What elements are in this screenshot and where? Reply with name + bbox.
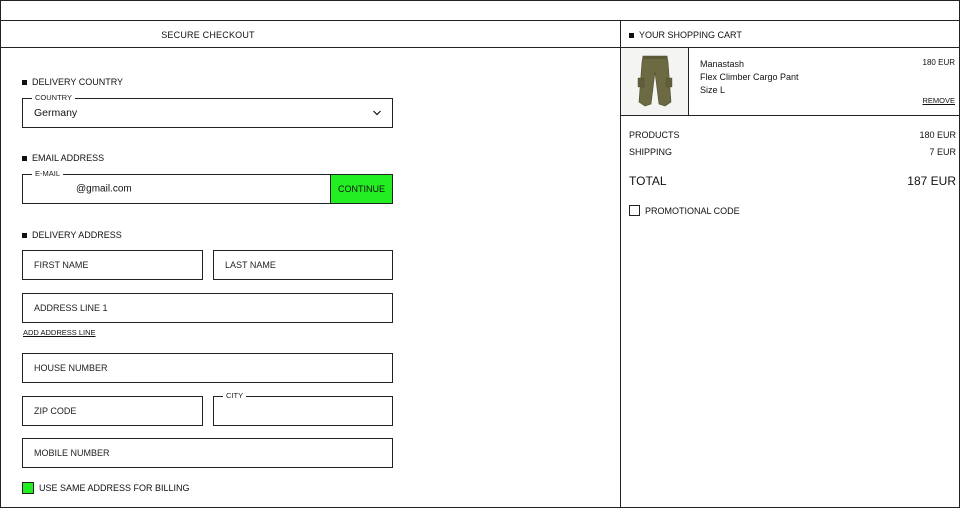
- continue-button[interactable]: CONTINUE: [330, 174, 393, 204]
- shipping-label: SHIPPING: [629, 147, 673, 157]
- product-thumbnail[interactable]: [621, 48, 689, 115]
- products-value: 180 EUR: [919, 130, 956, 140]
- top-bar: [1, 1, 959, 21]
- country-legend: COUNTRY: [32, 93, 75, 102]
- last-name-field[interactable]: LAST NAME: [213, 250, 393, 280]
- billing-checkbox-label: USE SAME ADDRESS FOR BILLING: [39, 483, 190, 493]
- email-value: @gmail.com: [76, 183, 132, 195]
- delivery-address-section-title: DELIVERY ADDRESS: [22, 230, 122, 240]
- bullet-square-icon: [22, 232, 27, 238]
- section-title-text: EMAIL ADDRESS: [32, 153, 105, 163]
- checkout-header: SECURE CHECKOUT: [1, 21, 621, 48]
- city-legend: CITY: [223, 391, 247, 400]
- cart-title-text: YOUR SHOPPING CART: [639, 30, 742, 40]
- house-number-placeholder: HOUSE NUMBER: [34, 363, 108, 373]
- city-field[interactable]: CITY: [213, 391, 393, 426]
- zip-code-placeholder: ZIP CODE: [34, 406, 77, 416]
- checkout-page: SECURE CHECKOUT DELIVERY COUNTRY COUNTRY…: [0, 0, 960, 508]
- remove-item-link[interactable]: REMOVE: [922, 96, 955, 105]
- page-title: SECURE CHECKOUT: [161, 30, 255, 40]
- last-name-placeholder: LAST NAME: [225, 260, 276, 270]
- shipping-summary-row: SHIPPING 7 EUR: [629, 147, 956, 157]
- cargo-pants-icon: [637, 55, 673, 107]
- cart-title: YOUR SHOPPING CART: [629, 30, 742, 40]
- country-value: Germany: [34, 107, 78, 119]
- section-title-text: DELIVERY COUNTRY: [32, 77, 124, 87]
- address-line-1-field[interactable]: ADDRESS LINE 1: [22, 293, 393, 323]
- item-name: Flex Climber Cargo Pant: [700, 72, 799, 82]
- zip-code-field[interactable]: ZIP CODE: [22, 396, 203, 426]
- checkout-form-panel: SECURE CHECKOUT DELIVERY COUNTRY COUNTRY…: [1, 21, 621, 508]
- email-section-title: EMAIL ADDRESS: [22, 153, 104, 163]
- cart-item: Manastash Flex Climber Cargo Pant Size L…: [621, 48, 960, 116]
- country-select[interactable]: COUNTRY Germany: [22, 93, 393, 128]
- delivery-country-section-title: DELIVERY COUNTRY: [22, 77, 123, 87]
- first-name-field[interactable]: FIRST NAME: [22, 250, 203, 280]
- section-title-text: DELIVERY ADDRESS: [32, 230, 122, 240]
- promo-checkbox[interactable]: [629, 205, 640, 216]
- cart-header: YOUR SHOPPING CART: [621, 21, 960, 48]
- products-summary-row: PRODUCTS 180 EUR: [629, 130, 956, 140]
- total-label: TOTAL: [629, 174, 667, 188]
- shipping-value: 7 EUR: [929, 147, 956, 157]
- total-value: 187 EUR: [907, 174, 956, 188]
- address-line-1-placeholder: ADDRESS LINE 1: [34, 303, 108, 313]
- email-legend: E-MAIL: [32, 169, 64, 178]
- billing-checkbox[interactable]: [22, 482, 34, 494]
- mobile-number-placeholder: MOBILE NUMBER: [34, 448, 110, 458]
- mobile-number-field[interactable]: MOBILE NUMBER: [22, 438, 393, 468]
- first-name-placeholder: FIRST NAME: [34, 260, 89, 270]
- bullet-square-icon: [22, 79, 27, 85]
- bullet-square-icon: [629, 32, 634, 38]
- bullet-square-icon: [22, 155, 27, 161]
- item-price: 180 EUR: [922, 58, 955, 67]
- promotional-code-toggle[interactable]: PROMOTIONAL CODE: [629, 205, 740, 216]
- chevron-down-icon[interactable]: [372, 108, 382, 118]
- email-field[interactable]: E-MAIL @gmail.com: [22, 169, 331, 204]
- billing-same-address-row[interactable]: USE SAME ADDRESS FOR BILLING: [22, 482, 190, 494]
- total-summary-row: TOTAL 187 EUR: [629, 174, 956, 188]
- item-brand: Manastash: [700, 59, 745, 69]
- add-address-line-link[interactable]: ADD ADDRESS LINE: [23, 328, 96, 337]
- house-number-field[interactable]: HOUSE NUMBER: [22, 353, 393, 383]
- products-label: PRODUCTS: [629, 130, 680, 140]
- promo-label: PROMOTIONAL CODE: [645, 205, 740, 216]
- item-size: Size L: [700, 85, 726, 95]
- shopping-cart-panel: YOUR SHOPPING CART Manastash Flex Climbe…: [621, 21, 960, 508]
